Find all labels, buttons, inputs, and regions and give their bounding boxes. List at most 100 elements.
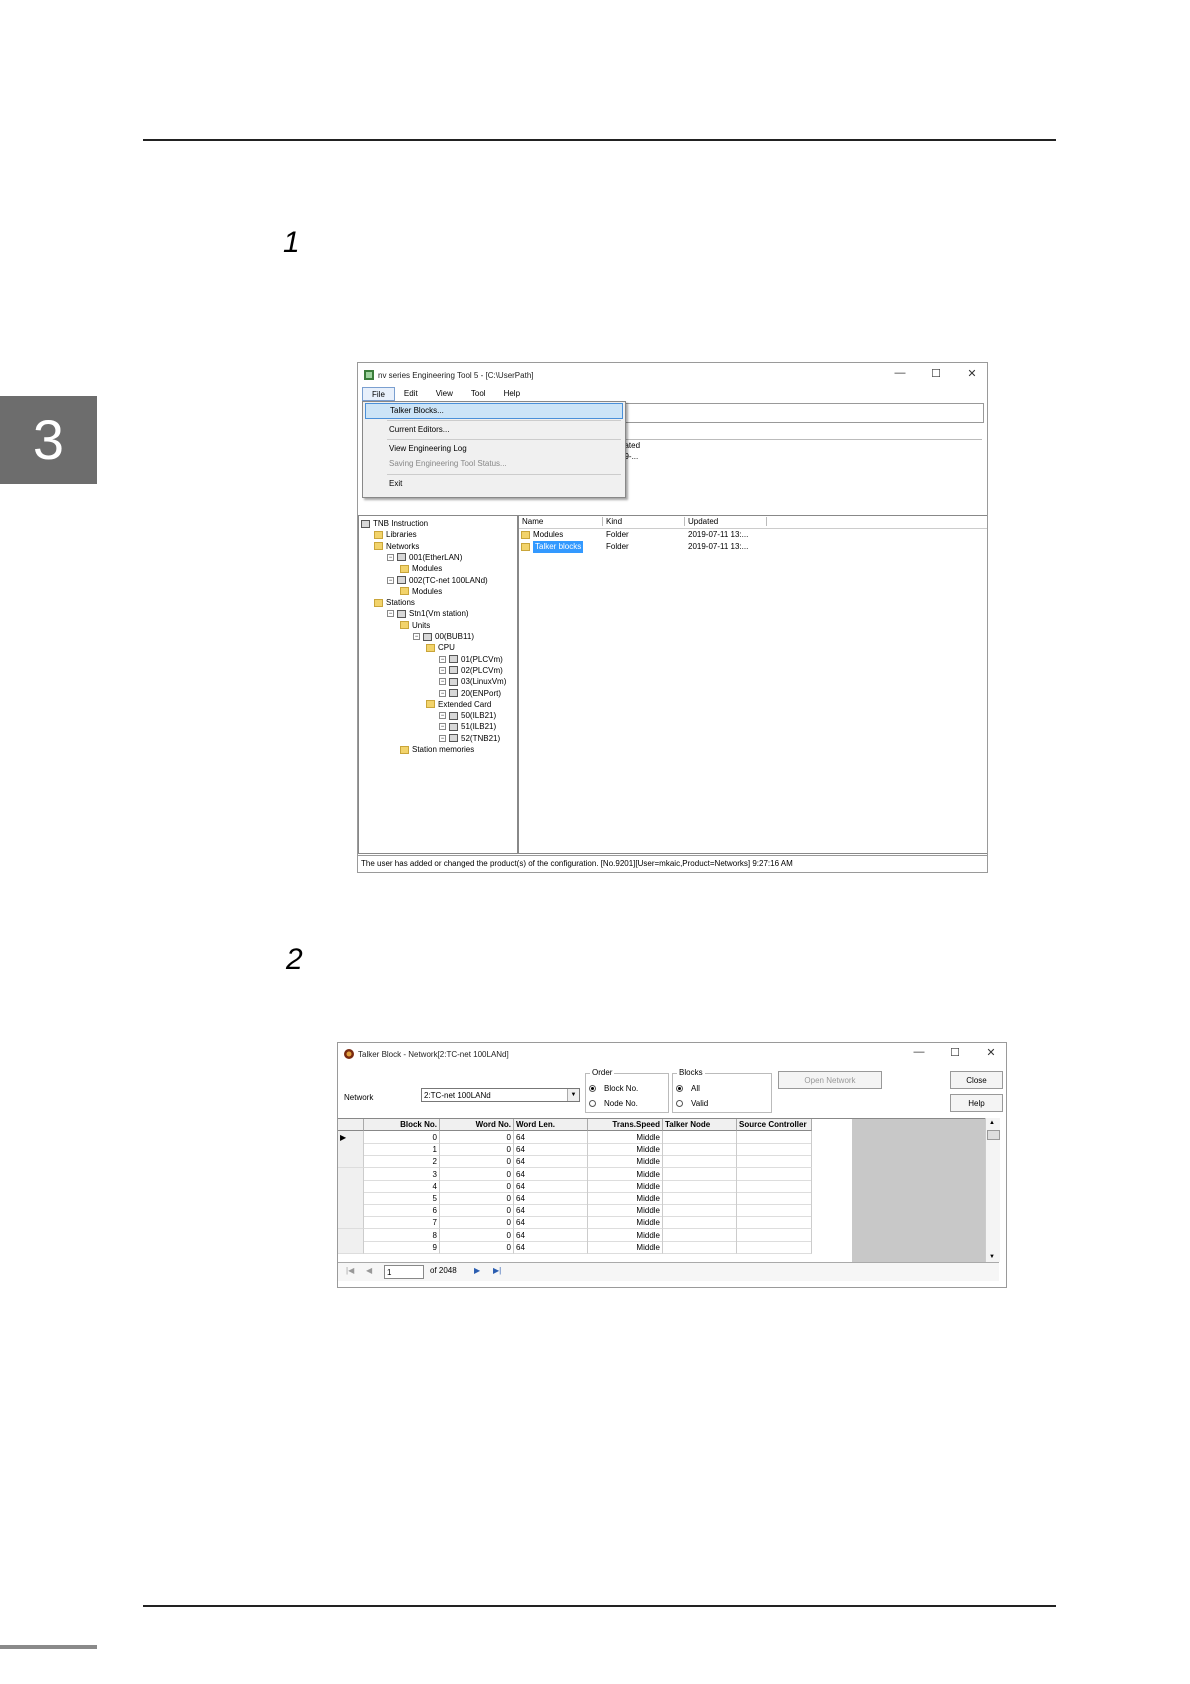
table-cell[interactable]: 64 <box>514 1216 588 1230</box>
tree-item[interactable]: Modules <box>400 563 442 574</box>
table-cell[interactable]: 1 <box>364 1143 440 1157</box>
table-cell[interactable]: 64 <box>514 1143 588 1157</box>
scroll-thumb[interactable] <box>987 1130 1000 1140</box>
blocks-all-radio[interactable]: All <box>676 1084 700 1093</box>
path-field[interactable] <box>620 403 984 423</box>
prev-record-icon[interactable]: ◀ <box>366 1266 372 1275</box>
tree-item[interactable]: − 001(EtherLAN) <box>387 552 462 563</box>
vertical-scrollbar[interactable]: ▲ ▼ <box>985 1118 1000 1262</box>
tree-item[interactable]: − Stn1(Vm station) <box>387 608 469 619</box>
tree-item[interactable]: Extended Card <box>426 699 491 710</box>
table-cell[interactable]: 64 <box>514 1155 588 1169</box>
table-cell[interactable] <box>737 1228 812 1242</box>
table-cell[interactable] <box>737 1204 812 1218</box>
menu-item-talker-blocks[interactable]: Talker Blocks... <box>365 403 623 419</box>
table-cell[interactable]: 0 <box>364 1131 440 1144</box>
project-tree[interactable]: TNB Instruction Libraries Networks − 001(Eth… <box>358 515 518 854</box>
table-cell[interactable] <box>737 1192 812 1205</box>
minimize-icon[interactable]: — <box>891 367 909 380</box>
table-cell[interactable] <box>663 1155 737 1169</box>
column-kind[interactable]: Kind <box>603 517 685 526</box>
table-cell[interactable] <box>663 1131 737 1144</box>
menu-item-exit[interactable]: Exit <box>365 477 623 491</box>
maximize-icon[interactable]: ☐ <box>946 1046 964 1059</box>
menu-edit[interactable]: Edit <box>395 387 427 401</box>
row-header[interactable] <box>338 1204 364 1218</box>
row-header[interactable] <box>338 1143 364 1157</box>
table-cell[interactable]: Middle <box>588 1131 663 1144</box>
column-header[interactable]: Talker Node <box>663 1119 737 1131</box>
table-cell[interactable]: Middle <box>588 1192 663 1205</box>
table-cell[interactable] <box>663 1167 737 1181</box>
expander-icon[interactable]: − <box>439 678 446 686</box>
table-cell[interactable]: Middle <box>588 1179 663 1193</box>
table-cell[interactable]: 4 <box>364 1179 440 1193</box>
table-cell[interactable] <box>737 1167 812 1181</box>
table-cell[interactable] <box>663 1204 737 1218</box>
current-row-icon[interactable]: ▶ <box>338 1131 364 1144</box>
table-cell[interactable]: 5 <box>364 1192 440 1205</box>
tree-item[interactable]: − 02(PLCVm) <box>439 665 503 676</box>
order-node-radio[interactable]: Node No. <box>589 1099 638 1108</box>
column-name[interactable]: Name <box>519 517 603 526</box>
tree-item[interactable]: CPU <box>426 642 455 653</box>
table-cell[interactable] <box>663 1216 737 1230</box>
row-header[interactable] <box>338 1155 364 1169</box>
column-updated[interactable]: Updated <box>685 517 767 526</box>
table-cell[interactable]: 2 <box>364 1155 440 1169</box>
scroll-up-icon[interactable]: ▲ <box>989 1120 995 1126</box>
column-header[interactable]: Word No. <box>440 1119 514 1131</box>
expander-icon[interactable]: − <box>387 553 394 561</box>
table-cell[interactable] <box>663 1240 737 1254</box>
table-cell[interactable]: 0 <box>440 1167 514 1181</box>
table-cell[interactable]: 64 <box>514 1179 588 1193</box>
row-header[interactable] <box>338 1179 364 1193</box>
expander-icon[interactable]: − <box>439 655 446 663</box>
table-cell[interactable] <box>663 1192 737 1205</box>
chevron-down-icon[interactable]: ▼ <box>567 1089 579 1101</box>
help-button[interactable]: Help <box>950 1094 1003 1112</box>
list-item[interactable]: Talker blocks Folder 2019-07-11 13:... <box>519 541 987 553</box>
page-input[interactable]: 1 <box>384 1265 424 1279</box>
table-cell[interactable]: Middle <box>588 1216 663 1230</box>
menu-item-engineering-log[interactable]: View Engineering Log <box>365 442 623 456</box>
table-cell[interactable]: Middle <box>588 1204 663 1218</box>
tree-item[interactable]: − 00(BUB11) <box>413 631 474 642</box>
table-cell[interactable]: 0 <box>440 1216 514 1230</box>
tree-item[interactable]: Units <box>400 620 430 631</box>
menu-tool[interactable]: Tool <box>462 387 495 401</box>
table-cell[interactable]: 64 <box>514 1131 588 1144</box>
scroll-down-icon[interactable]: ▼ <box>989 1254 995 1260</box>
row-header[interactable] <box>338 1216 364 1230</box>
tree-item[interactable]: Networks <box>374 541 419 552</box>
table-cell[interactable]: 9 <box>364 1240 440 1254</box>
expander-icon[interactable]: − <box>387 610 394 618</box>
table-cell[interactable] <box>737 1179 812 1193</box>
expander-icon[interactable]: − <box>439 734 446 742</box>
close-icon[interactable]: ✕ <box>963 367 981 380</box>
expander-icon[interactable]: − <box>413 633 420 640</box>
table-cell[interactable] <box>663 1143 737 1157</box>
column-header[interactable]: Source Controller <box>737 1119 812 1131</box>
tree-item[interactable]: − 01(PLCVm) <box>439 654 503 665</box>
tree-item[interactable]: Libraries <box>374 529 417 540</box>
table-cell[interactable]: 64 <box>514 1204 588 1218</box>
tree-item[interactable]: Station memories <box>400 744 474 755</box>
list-item[interactable]: Modules Folder 2019-07-11 13:... <box>519 529 987 541</box>
close-button[interactable]: Close <box>950 1071 1003 1089</box>
minimize-icon[interactable]: — <box>910 1046 928 1059</box>
tree-item[interactable]: Modules <box>400 586 442 597</box>
tree-item[interactable]: − 51(ILB21) <box>439 721 496 732</box>
expander-icon[interactable]: − <box>387 576 394 584</box>
table-cell[interactable]: 0 <box>440 1179 514 1193</box>
menu-view[interactable]: View <box>427 387 462 401</box>
table-cell[interactable]: 64 <box>514 1192 588 1205</box>
row-header[interactable] <box>338 1240 364 1254</box>
table-cell[interactable]: 0 <box>440 1143 514 1157</box>
maximize-icon[interactable]: ☐ <box>927 367 945 380</box>
table-cell[interactable]: 0 <box>440 1192 514 1205</box>
table-cell[interactable]: 3 <box>364 1167 440 1181</box>
menu-help[interactable]: Help <box>495 387 529 401</box>
table-cell[interactable]: 0 <box>440 1131 514 1144</box>
table-cell[interactable]: Middle <box>588 1155 663 1169</box>
